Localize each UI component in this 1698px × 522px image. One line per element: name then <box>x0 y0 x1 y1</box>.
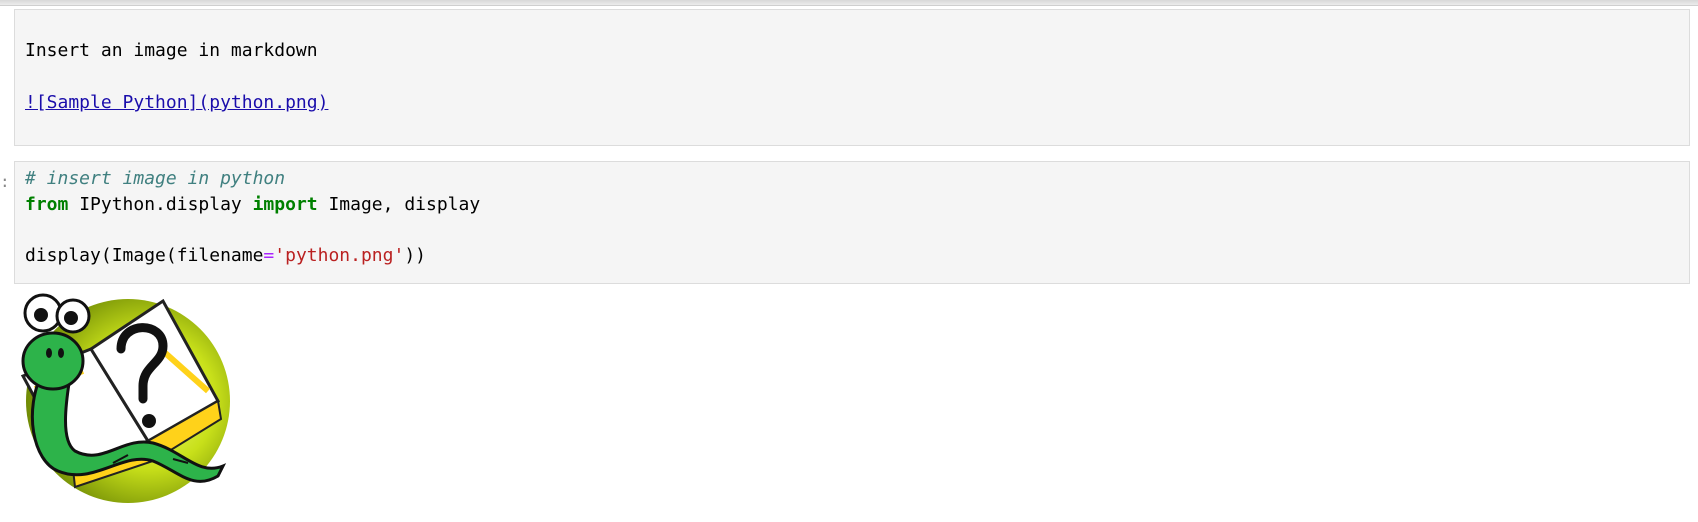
code-comment: # insert image in python <box>25 168 286 189</box>
markdown-text-line: Insert an image in markdown <box>25 40 318 61</box>
module-name: IPython.display <box>68 194 253 215</box>
imported-names: Image, display <box>317 194 481 215</box>
call-end: )) <box>404 245 426 266</box>
code-cell[interactable]: # insert image in python from IPython.di… <box>14 161 1690 284</box>
code-display-line: display(Image(filename='python.png')) <box>25 245 426 267</box>
cell-prompt-marker: : <box>0 172 10 191</box>
top-border <box>0 0 1698 6</box>
keyword-from: from <box>25 194 69 215</box>
keyword-import: import <box>252 194 318 215</box>
call-start: display(Image(filename <box>25 245 264 266</box>
code-import-line: from IPython.display import Image, displ… <box>25 194 480 216</box>
markdown-cell[interactable]: Insert an image in markdown ![Sample Pyt… <box>14 9 1690 146</box>
equals-operator: = <box>263 245 275 266</box>
python-help-snake-icon <box>13 291 231 509</box>
markdown-image-link[interactable]: ![Sample Python](python.png) <box>25 92 328 114</box>
filename-string: 'python.png' <box>274 245 405 266</box>
